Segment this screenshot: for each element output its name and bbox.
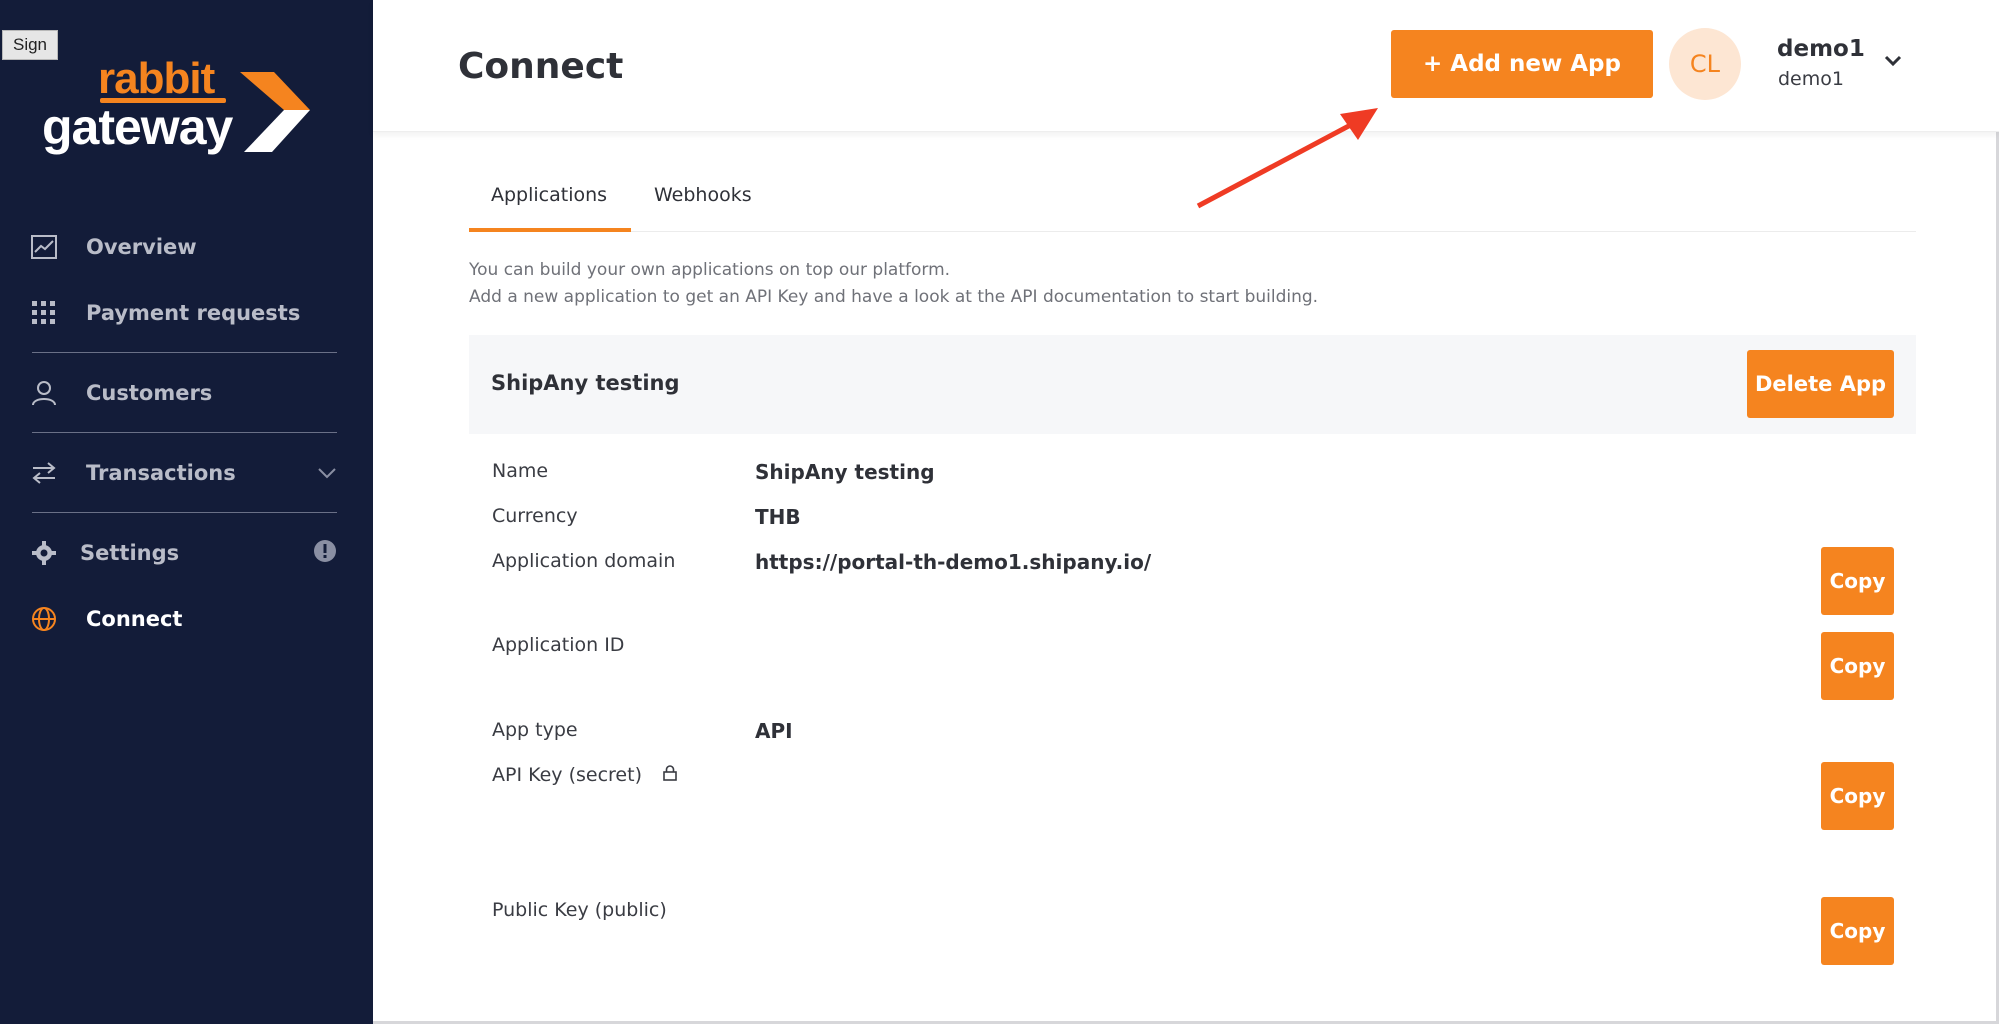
active-tab-indicator xyxy=(469,228,631,232)
sidebar-item-connect[interactable]: Connect xyxy=(0,592,373,646)
sidebar-item-label: Connect xyxy=(86,607,183,631)
sidebar-divider xyxy=(32,432,337,433)
logo-word-rabbit: rabbit xyxy=(98,54,215,103)
sidebar-item-settings[interactable]: Settings xyxy=(0,526,373,580)
sidebar: Sign rabbit gateway Overview Payment req… xyxy=(0,0,373,1024)
tab-bar: Applications Webhooks xyxy=(469,160,1916,232)
copy-application-id-button[interactable]: Copy xyxy=(1821,632,1894,700)
api-key-label: API Key (secret) xyxy=(492,764,642,786)
app-card-header: ShipAny testing Delete App xyxy=(469,335,1916,434)
grid-icon xyxy=(30,299,58,327)
alert-icon xyxy=(313,539,337,567)
sidebar-item-label: Payment requests xyxy=(86,301,301,325)
public-key-label: Public Key (public) xyxy=(492,899,667,921)
user-name[interactable]: demo1 xyxy=(1777,36,1865,62)
sidebar-item-label: Overview xyxy=(86,235,197,259)
user-subtitle: demo1 xyxy=(1778,68,1844,90)
description-line-1: You can build your own applications on t… xyxy=(469,260,951,280)
currency-label: Currency xyxy=(492,505,578,527)
currency-value: THB xyxy=(755,505,801,529)
name-label: Name xyxy=(492,460,549,482)
copy-domain-button[interactable]: Copy xyxy=(1821,547,1894,615)
logo-chevron-icon xyxy=(240,72,310,152)
add-new-app-button[interactable]: + Add new App xyxy=(1391,30,1653,98)
lock-icon xyxy=(663,765,677,781)
tab-applications[interactable]: Applications xyxy=(491,184,607,206)
app-title: ShipAny testing xyxy=(491,371,680,395)
delete-app-button[interactable]: Delete App xyxy=(1747,350,1894,418)
sidebar-divider xyxy=(32,512,337,513)
name-value: ShipAny testing xyxy=(755,460,935,484)
chevron-down-icon[interactable] xyxy=(1883,54,1903,68)
application-id-label: Application ID xyxy=(492,634,625,656)
copy-public-key-button[interactable]: Copy xyxy=(1821,897,1894,965)
user-icon xyxy=(30,379,58,407)
logo-word-gateway: gateway xyxy=(42,99,233,155)
top-header: Connect + Add new App CL demo1 demo1 xyxy=(373,0,1999,132)
chevron-down-icon[interactable] xyxy=(317,464,337,483)
app-type-value: API xyxy=(755,719,793,743)
sidebar-item-payment-requests[interactable]: Payment requests xyxy=(0,286,373,340)
sidebar-item-label: Settings xyxy=(80,541,180,565)
sidebar-item-label: Customers xyxy=(86,381,213,405)
application-domain-value: https://portal-th-demo1.shipany.io/ xyxy=(755,550,1152,574)
chart-line-icon xyxy=(30,233,58,261)
sidebar-item-transactions[interactable]: Transactions xyxy=(0,446,373,500)
sidebar-divider xyxy=(32,352,337,353)
app-type-label: App type xyxy=(492,719,578,741)
brand-logo[interactable]: rabbit gateway xyxy=(42,54,312,166)
application-domain-label: Application domain xyxy=(492,550,676,572)
page-title: Connect xyxy=(458,46,624,87)
gear-icon xyxy=(30,539,58,567)
copy-api-key-button[interactable]: Copy xyxy=(1821,762,1894,830)
description-line-2: Add a new application to get an API Key … xyxy=(469,287,1319,307)
sidebar-item-label: Transactions xyxy=(86,461,236,485)
swap-arrows-icon xyxy=(30,459,58,487)
avatar[interactable]: CL xyxy=(1669,28,1741,100)
tab-webhooks[interactable]: Webhooks xyxy=(654,184,752,206)
globe-icon xyxy=(30,605,58,633)
sidebar-item-customers[interactable]: Customers xyxy=(0,366,373,420)
sidebar-item-overview[interactable]: Overview xyxy=(0,220,373,274)
